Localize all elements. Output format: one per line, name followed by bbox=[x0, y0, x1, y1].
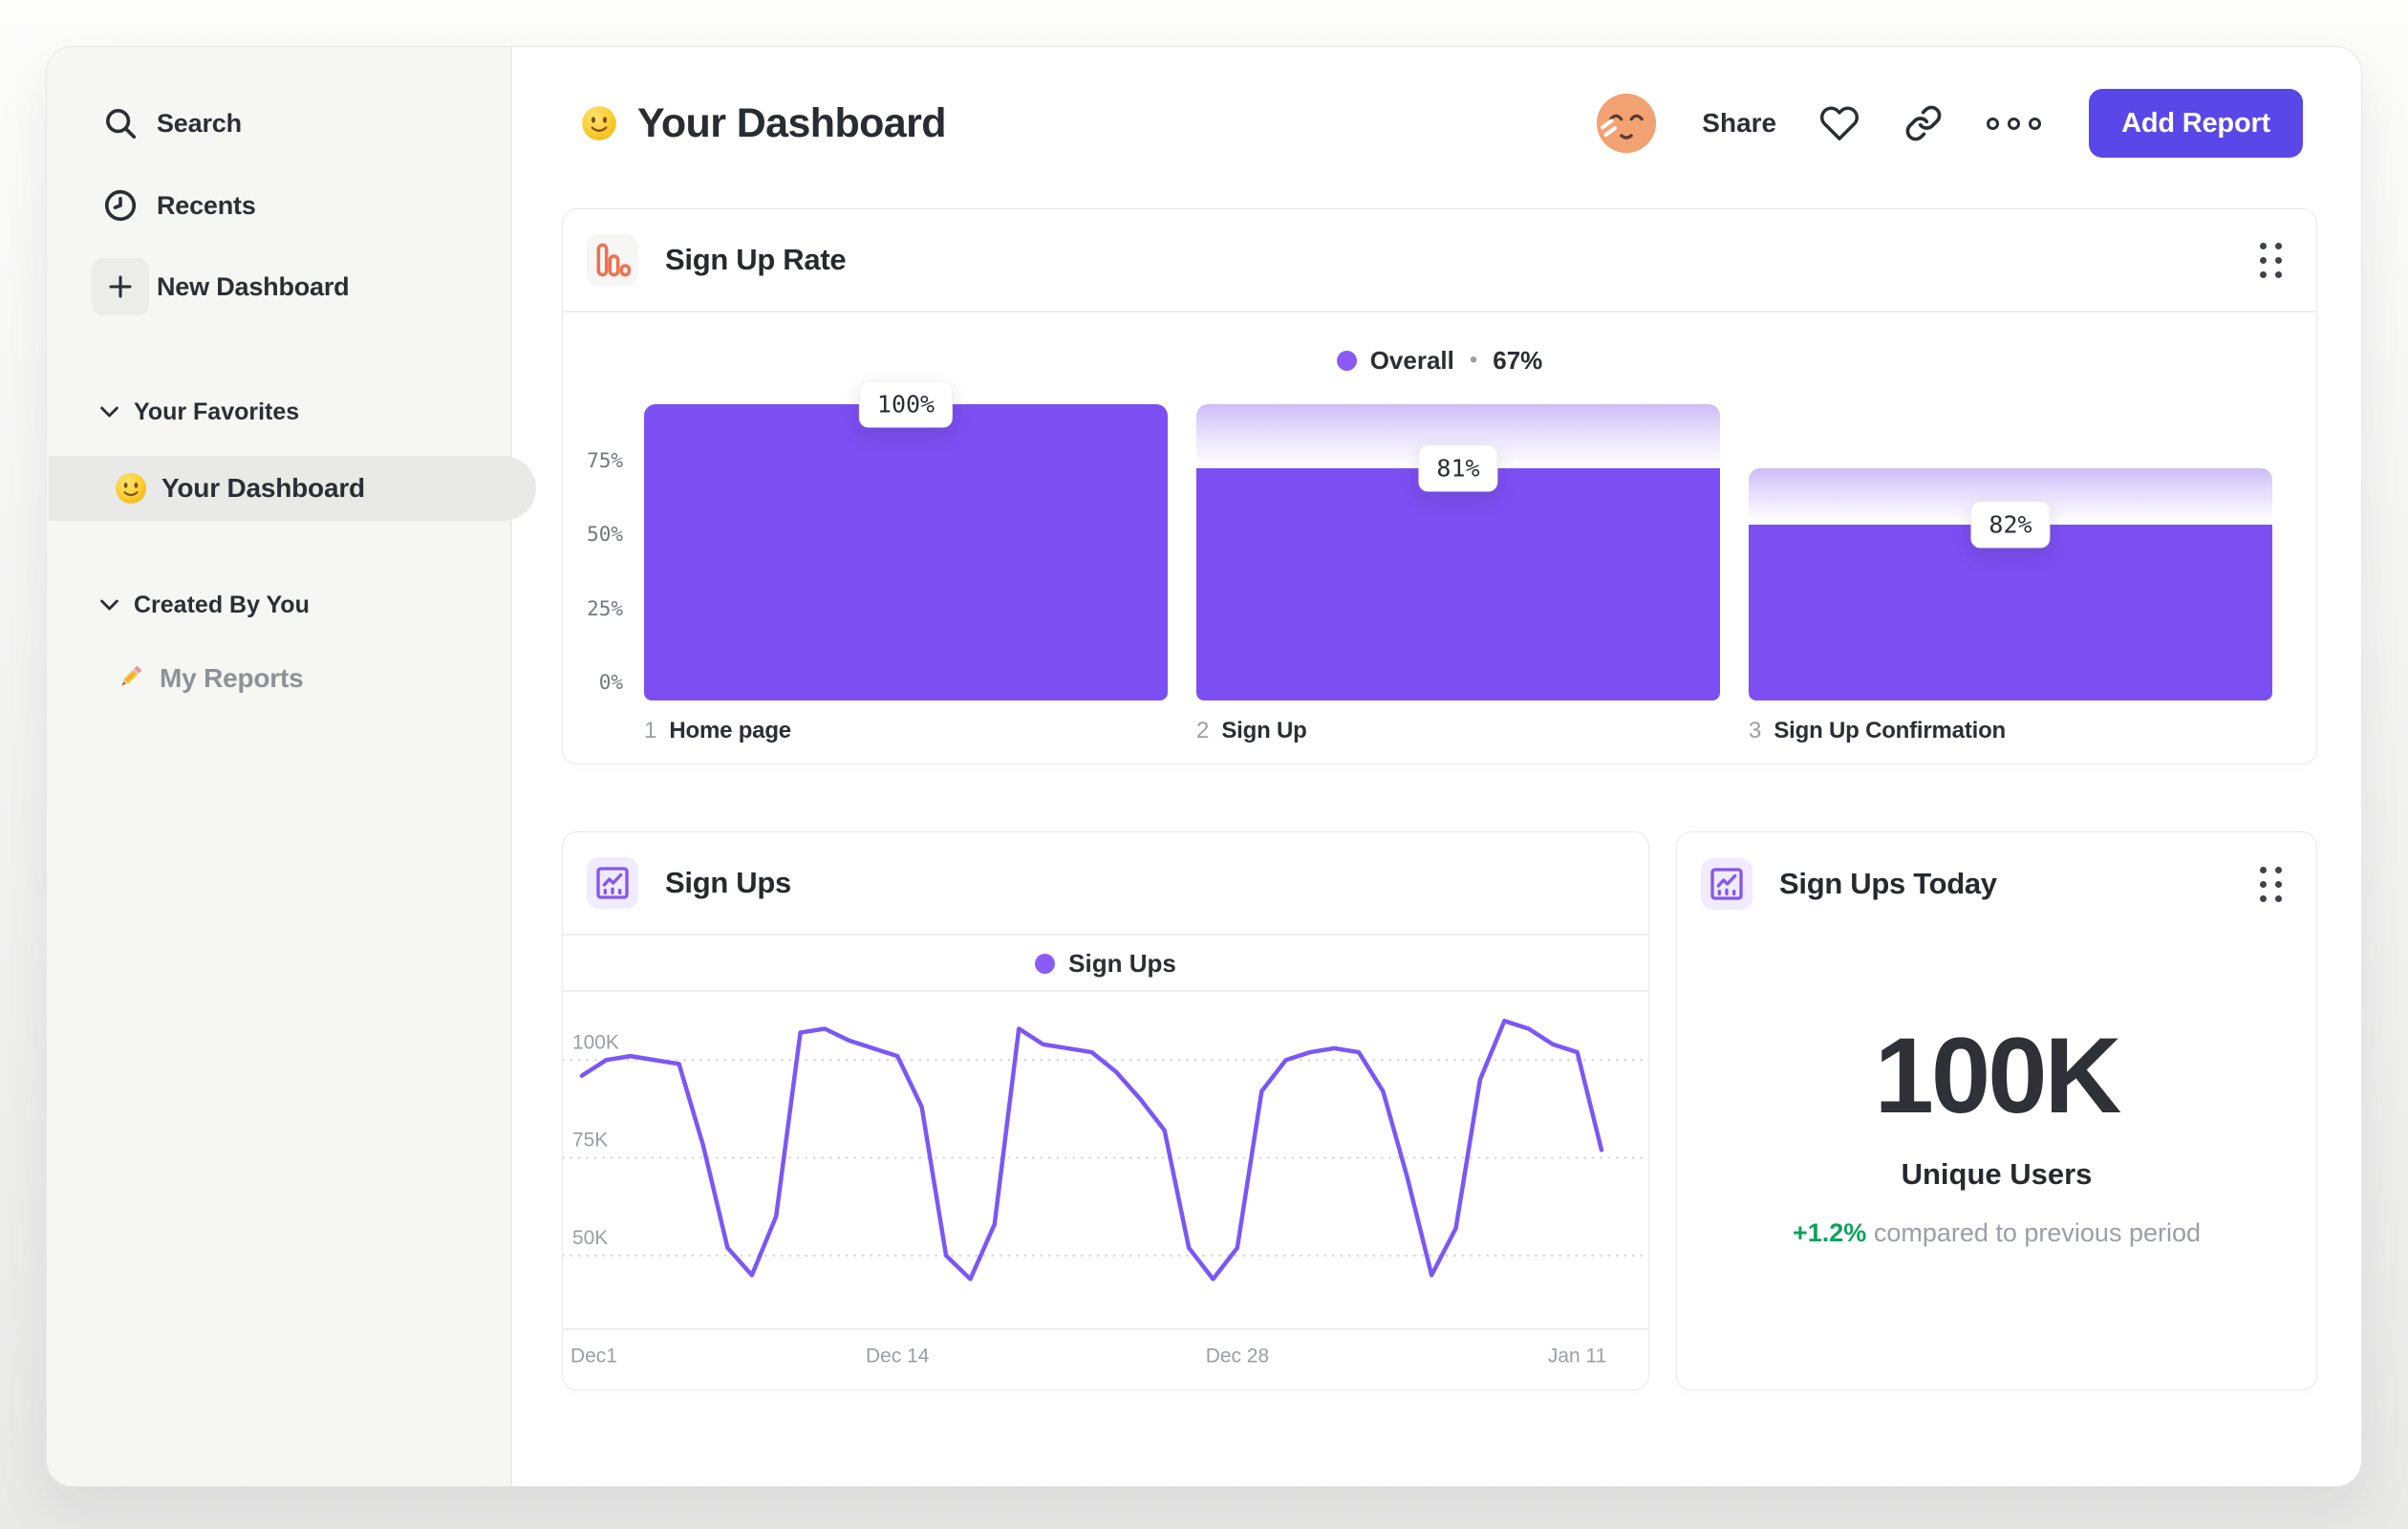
avatar[interactable] bbox=[1597, 94, 1657, 153]
card-title: Sign Ups bbox=[665, 866, 791, 899]
sidebar-item-my-reports[interactable]: My Reports bbox=[47, 652, 510, 705]
funnel-category: 2 Sign Up bbox=[1196, 718, 1307, 744]
funnel-category: 3 Sign Up Confirmation bbox=[1749, 718, 2006, 744]
funnel-category: 1 Home page bbox=[644, 718, 791, 744]
sidebar-item-label: Search bbox=[157, 108, 242, 138]
plus-icon bbox=[92, 258, 149, 315]
y-axis-label: 100K bbox=[572, 1031, 619, 1053]
legend-dot bbox=[1035, 953, 1056, 974]
card-sign-ups: Sign Ups Sign Ups 100K 75K 50K Dec1 Dec 14 De… bbox=[562, 831, 1649, 1390]
add-report-button[interactable]: Add Report bbox=[2089, 89, 2303, 158]
stat-delta-row: +1.2% compared to previous period bbox=[1677, 1218, 2316, 1248]
x-axis-label: Dec 14 bbox=[866, 1346, 930, 1367]
share-button[interactable]: Share bbox=[1702, 108, 1776, 139]
sidebar-item-your-dashboard[interactable]: Your Dashboard bbox=[49, 456, 536, 521]
funnel-step-label: Sign Up Confirmation bbox=[1774, 718, 2007, 743]
line-chart-icon bbox=[587, 857, 638, 909]
line-chart-icon bbox=[1701, 858, 1752, 910]
funnel-step-number: 3 bbox=[1749, 718, 1762, 743]
signups-legend: Sign Ups bbox=[563, 943, 1648, 983]
card-title: Sign Ups Today bbox=[1779, 867, 1997, 900]
sidebar-item-search[interactable]: Search bbox=[47, 93, 510, 154]
sidebar-item-label: New Dashboard bbox=[157, 271, 350, 301]
smiley-emoji bbox=[114, 471, 148, 506]
signup-rate-plot: 75% 50% 25% 0% 100% 1 Home page 81% 2 Sign Up 82… bbox=[563, 312, 2316, 764]
funnel-value-chip: 100% bbox=[858, 380, 954, 428]
y-axis-label: 50K bbox=[572, 1227, 608, 1249]
funnel-value-chip: 82% bbox=[1970, 501, 2051, 549]
funnel-step-label: Home page bbox=[669, 718, 791, 743]
delta-value: +1.2% bbox=[1792, 1218, 1867, 1247]
page-title-text: Your Dashboard bbox=[637, 99, 947, 146]
delta-note: compared to previous period bbox=[1873, 1218, 2202, 1247]
funnel-ytick: 50% bbox=[587, 523, 623, 546]
funnel-bar[interactable] bbox=[644, 404, 1168, 700]
search-icon bbox=[101, 104, 140, 142]
card-header: Sign Ups bbox=[563, 832, 1648, 936]
sidebar-item-label: Recents bbox=[157, 190, 256, 220]
sidebar: Search Recents New Dashboard Your Favori… bbox=[47, 47, 536, 1486]
sidebar-item-label: My Reports bbox=[160, 663, 304, 693]
drag-handle-icon[interactable] bbox=[2254, 237, 2288, 284]
y-axis-label: 75K bbox=[572, 1130, 608, 1152]
sidebar-item-label: Your Dashboard bbox=[161, 473, 365, 503]
card-sign-up-rate: Sign Up Rate Overall • 67% 75% 50% 25% 0% 10… bbox=[562, 208, 2317, 764]
funnel-bar[interactable] bbox=[1749, 524, 2272, 700]
sidebar-section-created-by-you[interactable]: Created By You bbox=[47, 584, 510, 626]
funnel-value-chip: 81% bbox=[1418, 444, 1498, 492]
copy-link-icon[interactable] bbox=[1903, 102, 1945, 144]
funnel-ytick: 75% bbox=[587, 448, 623, 472]
clock-icon bbox=[101, 186, 140, 225]
pencil-emoji bbox=[118, 665, 142, 689]
funnel-ytick: 0% bbox=[598, 671, 623, 694]
page-title: Your Dashboard bbox=[580, 97, 947, 150]
x-axis-label: Dec1 bbox=[570, 1346, 617, 1367]
chevron-down-icon bbox=[100, 599, 118, 611]
section-title: Created By You bbox=[134, 591, 310, 618]
funnel-chart-icon bbox=[587, 234, 638, 286]
x-axis-label: Dec 28 bbox=[1206, 1346, 1269, 1367]
funnel-step-label: Sign Up bbox=[1221, 718, 1307, 743]
card-sign-ups-today: Sign Ups Today 100K Unique Users +1.2% c… bbox=[1676, 831, 2317, 1390]
sidebar-item-recents[interactable]: Recents bbox=[47, 175, 510, 236]
header-actions: Share Add Report bbox=[1597, 89, 2303, 158]
signups-line-series bbox=[579, 1019, 1604, 1281]
funnel-step-number: 1 bbox=[644, 718, 657, 743]
card-title: Sign Up Rate bbox=[665, 243, 847, 276]
sidebar-item-new-dashboard[interactable]: New Dashboard bbox=[47, 256, 510, 317]
legend-label: Sign Ups bbox=[1068, 948, 1176, 978]
funnel-ytick: 25% bbox=[587, 596, 623, 620]
card-header: Sign Up Rate bbox=[563, 209, 2316, 312]
stat-subtitle: Unique Users bbox=[1901, 1157, 2093, 1191]
sidebar-section-your-favorites[interactable]: Your Favorites bbox=[47, 391, 510, 433]
funnel-step-number: 2 bbox=[1196, 718, 1210, 743]
section-title: Your Favorites bbox=[134, 398, 300, 425]
favorite-heart-icon[interactable] bbox=[1818, 102, 1860, 144]
more-options-icon[interactable] bbox=[1987, 117, 2042, 130]
smiley-emoji bbox=[581, 105, 617, 141]
signups-plot: 100K 75K 50K Dec1 Dec 14 Dec 28 Jan 11 bbox=[563, 1019, 1648, 1367]
stat-value: 100K bbox=[1874, 1016, 2122, 1135]
drag-handle-icon[interactable] bbox=[2254, 861, 2288, 908]
chevron-down-icon bbox=[100, 406, 118, 418]
app-window: Search Recents New Dashboard Your Favori… bbox=[46, 46, 2362, 1487]
funnel-bar[interactable] bbox=[1196, 467, 1720, 700]
x-axis-label: Jan 11 bbox=[1548, 1346, 1606, 1367]
card-header: Sign Ups Today bbox=[1677, 832, 2316, 936]
